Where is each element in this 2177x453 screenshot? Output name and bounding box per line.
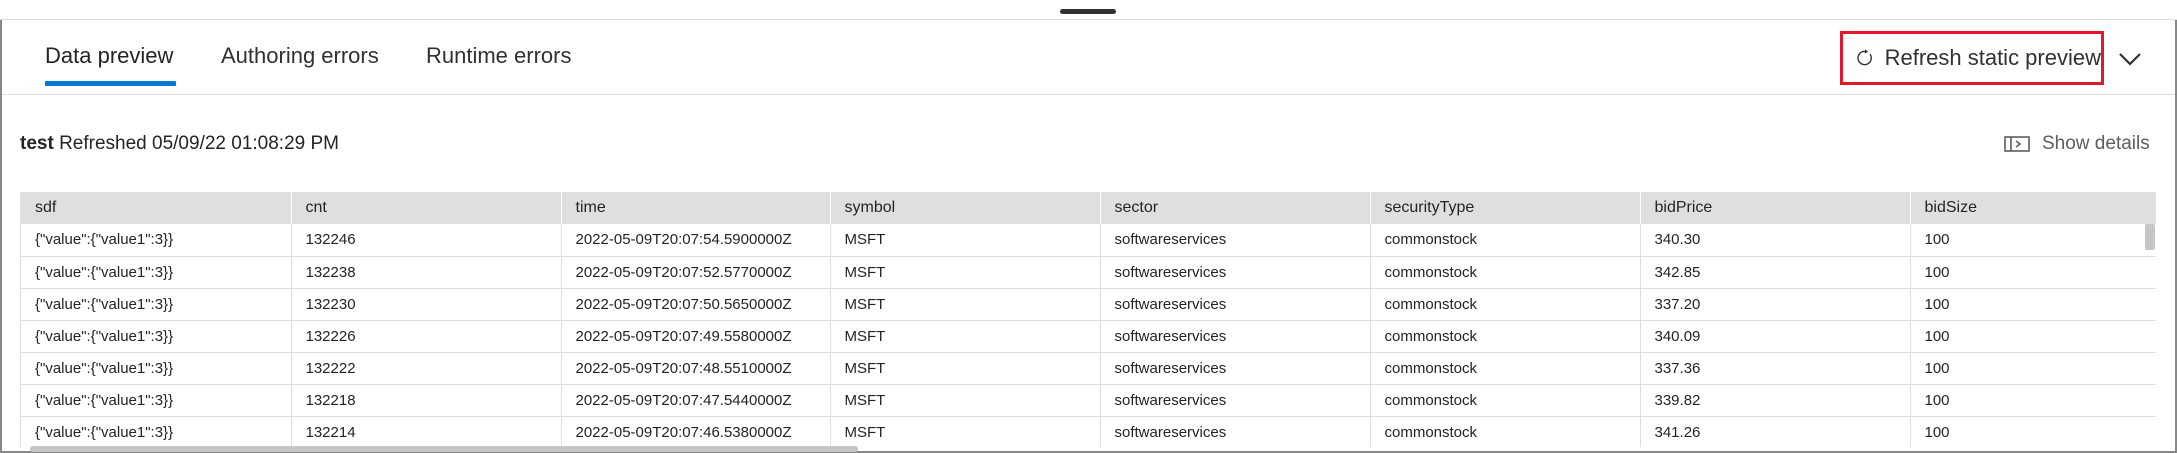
table-cell: 2022-05-09T20:07:50.5650000Z: [561, 288, 831, 321]
header-row: sdf cnt time symbol sector securityType …: [21, 192, 2156, 224]
column-header[interactable]: sector: [1100, 192, 1371, 224]
table-row[interactable]: {"value":{"value1":3}} 132226 2022-05-09…: [21, 320, 2156, 353]
tab-authoring-errors[interactable]: Authoring errors: [221, 43, 379, 69]
table-row[interactable]: {"value":{"value1":3}} 132238 2022-05-09…: [21, 256, 2156, 289]
show-details-button[interactable]: Show details: [2004, 133, 2150, 155]
horizontal-scrollbar[interactable]: [30, 446, 858, 452]
table-cell: 339.82: [1640, 384, 1911, 417]
tab-runtime-errors[interactable]: Runtime errors: [426, 43, 571, 69]
table-cell: 337.20: [1640, 288, 1911, 321]
table-cell: 100: [1910, 320, 2156, 353]
table-cell: softwareservices: [1100, 352, 1371, 385]
top-strip: [0, 0, 2177, 20]
table-cell: commonstock: [1370, 352, 1641, 385]
table-cell: commonstock: [1370, 384, 1641, 417]
table-cell: 340.30: [1640, 224, 1911, 257]
table-cell: {"value":{"value1":3}}: [21, 384, 292, 417]
table-cell: 132226: [291, 320, 562, 353]
column-header[interactable]: securityType: [1370, 192, 1641, 224]
table-row[interactable]: {"value":{"value1":3}} 132222 2022-05-09…: [21, 352, 2156, 385]
table-cell: 100: [1910, 224, 2156, 257]
refreshed-timestamp: Refreshed 05/09/22 01:08:29 PM: [59, 133, 339, 154]
query-name: test: [20, 133, 54, 154]
vertical-scrollbar[interactable]: [2145, 224, 2155, 250]
table-cell: {"value":{"value1":3}}: [21, 416, 292, 447]
table-cell: 132230: [291, 288, 562, 321]
table-cell: 100: [1910, 384, 2156, 417]
table-cell: 100: [1910, 352, 2156, 385]
table-cell: {"value":{"value1":3}}: [21, 256, 292, 289]
table-cell: MSFT: [830, 352, 1101, 385]
table-cell: softwareservices: [1100, 384, 1371, 417]
table-cell: commonstock: [1370, 416, 1641, 447]
table-cell: 2022-05-09T20:07:47.5440000Z: [561, 384, 831, 417]
resize-handle[interactable]: [1060, 9, 1116, 14]
table-cell: 2022-05-09T20:07:52.5770000Z: [561, 256, 831, 289]
table-cell: 2022-05-09T20:07:46.5380000Z: [561, 416, 831, 447]
table-cell: 2022-05-09T20:07:49.5580000Z: [561, 320, 831, 353]
table-cell: commonstock: [1370, 256, 1641, 289]
table-cell: 132246: [291, 224, 562, 257]
table-cell: MSFT: [830, 416, 1101, 447]
table-cell: 132214: [291, 416, 562, 447]
table-cell: {"value":{"value1":3}}: [21, 288, 292, 321]
chevron-down-icon[interactable]: [2112, 41, 2148, 77]
table-cell: 100: [1910, 256, 2156, 289]
refresh-static-preview-button[interactable]: Refresh static preview: [1840, 31, 2104, 85]
active-tab-indicator: [45, 81, 176, 86]
table-row[interactable]: {"value":{"value1":3}} 132246 2022-05-09…: [21, 224, 2156, 257]
table-cell: 342.85: [1640, 256, 1911, 289]
table-cell: commonstock: [1370, 288, 1641, 321]
tab-bar: Data preview Authoring errors Runtime er…: [2, 21, 2175, 95]
preview-status: test Refreshed 05/09/22 01:08:29 PM: [20, 133, 339, 155]
details-panel-icon: [2004, 136, 2030, 152]
column-header[interactable]: cnt: [291, 192, 562, 224]
table-cell: MSFT: [830, 320, 1101, 353]
table-cell: MSFT: [830, 256, 1101, 289]
table-cell: 337.36: [1640, 352, 1911, 385]
table-cell: 2022-05-09T20:07:48.5510000Z: [561, 352, 831, 385]
table-cell: MSFT: [830, 288, 1101, 321]
table-cell: 132238: [291, 256, 562, 289]
table-row[interactable]: {"value":{"value1":3}} 132214 2022-05-09…: [21, 416, 2156, 447]
column-header[interactable]: bidPrice: [1640, 192, 1911, 224]
table-cell: MSFT: [830, 384, 1101, 417]
table-cell: 100: [1910, 288, 2156, 321]
table-cell: commonstock: [1370, 320, 1641, 353]
table-cell: 341.26: [1640, 416, 1911, 447]
table-cell: {"value":{"value1":3}}: [21, 352, 292, 385]
table-cell: softwareservices: [1100, 256, 1371, 289]
table-cell: 100: [1910, 416, 2156, 447]
refresh-icon: [1857, 49, 1872, 66]
tab-data-preview[interactable]: Data preview: [45, 43, 173, 69]
column-header[interactable]: sdf: [21, 192, 292, 224]
table-cell: 132218: [291, 384, 562, 417]
column-header[interactable]: bidSize: [1910, 192, 2156, 224]
show-details-label: Show details: [2042, 133, 2150, 154]
data-grid: sdf cnt time symbol sector securityType …: [20, 192, 2156, 447]
table-row[interactable]: {"value":{"value1":3}} 132218 2022-05-09…: [21, 384, 2156, 417]
table-cell: commonstock: [1370, 224, 1641, 257]
table-cell: softwareservices: [1100, 320, 1371, 353]
table-cell: 2022-05-09T20:07:54.5900000Z: [561, 224, 831, 257]
column-header[interactable]: symbol: [830, 192, 1101, 224]
table-cell: softwareservices: [1100, 288, 1371, 321]
column-header[interactable]: time: [561, 192, 831, 224]
table-cell: {"value":{"value1":3}}: [21, 320, 292, 353]
table-cell: {"value":{"value1":3}}: [21, 224, 292, 257]
refresh-label: Refresh static preview: [1884, 45, 2101, 70]
table-cell: 340.09: [1640, 320, 1911, 353]
table-row[interactable]: {"value":{"value1":3}} 132230 2022-05-09…: [21, 288, 2156, 321]
table-cell: softwareservices: [1100, 224, 1371, 257]
table-cell: 132222: [291, 352, 562, 385]
table-cell: softwareservices: [1100, 416, 1371, 447]
table-cell: MSFT: [830, 224, 1101, 257]
